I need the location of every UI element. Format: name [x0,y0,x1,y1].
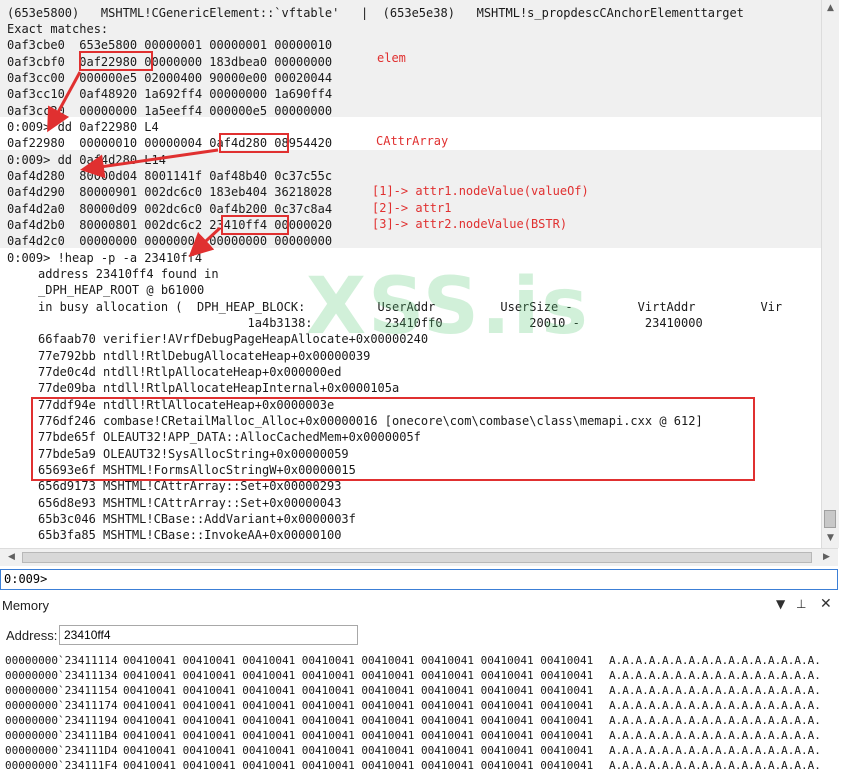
stack-frame: 66faab70 verifier!AVrfDebugPageHeapAlloc… [38,332,429,346]
memory-row: 00000000`23411134 00410041 00410041 00410… [5,669,821,682]
address-label: Address: [6,628,58,643]
memory-row: 00000000`23411174 00410041 00410041 00410… [5,699,821,712]
memory-rows: 00000000`23411114 00410041 00410041 00410… [5,653,821,773]
output-line: 0af3cbe0 653e5800 00000001 00000001 0000… [7,38,333,52]
output-line: in busy allocation ( DPH_HEAP_BLOCK: Use… [38,300,783,314]
stack-frame: 65b3fa85 MSHTML!CBase::InvokeAA+0x000001… [38,528,342,542]
output-line: address 23410ff4 found in [38,267,219,281]
pin-icon[interactable]: ⊥ [796,597,806,611]
command-line: 0:009> dd 0af22980 L4 [7,120,159,134]
scroll-right-icon[interactable]: ▶ [818,549,835,566]
output-line: _DPH_HEAP_ROOT @ b61000 [38,283,205,297]
stack-frame: 656d8e93 MSHTML!CAttrArray::Set+0x000000… [38,496,342,510]
memory-row: 00000000`234111D4 00410041 00410041 00410… [5,744,821,757]
stack-frame: 77de09ba ntdll!RtlpAllocateHeapInternal+… [38,381,400,395]
close-icon[interactable]: ✕ [820,596,832,612]
memory-row: 00000000`23411154 00410041 00410041 00410… [5,684,821,697]
memory-row: 00000000`234111B4 00410041 00410041 00410… [5,729,821,742]
dropdown-icon[interactable]: ▼ [776,597,785,611]
output-line: 0af4d290 80000901 002dc6c0 183eb404 3621… [7,185,333,199]
output-line: 0af3cc10 0af48920 1a692ff4 00000000 1a69… [7,87,333,101]
output-line: 0af4d280 80000d04 8001141f 0af48b40 0c37… [7,169,333,183]
memory-row: 00000000`23411194 00410041 00410041 00410… [5,714,821,727]
highlight-box-elem [79,51,153,71]
output-line: Exact matches: [7,22,109,36]
horizontal-scroll-thumb[interactable] [22,552,812,563]
command-input[interactable] [53,571,837,589]
highlight-box-bstr [221,215,289,235]
highlight-box-cattrarray [219,133,289,153]
scroll-left-icon[interactable]: ◀ [3,549,20,566]
vertical-scrollbar[interactable]: ▲ ▼ [821,0,839,548]
memory-panel-title: Memory [2,598,49,613]
highlight-box-alloc-stack [31,397,755,481]
scroll-up-icon[interactable]: ▲ [822,0,839,17]
output-line: (653e5800) MSHTML!CGenericElement::`vfta… [7,6,744,20]
annotation-elem: elem [377,51,406,65]
command-input-row: 0:009> [0,569,838,590]
annotation-cattrarray: CAttrArray [376,134,449,148]
output-line: 1a4b3138: 23410ff0 20010 - 23410000 [38,316,703,330]
output-line: 0af3cc00 000000e5 02000400 90000e00 0002… [7,71,333,85]
address-input[interactable] [59,625,358,645]
command-output-pane[interactable]: (653e5800) MSHTML!CGenericElement::`vfta… [0,0,821,548]
annotation-attr-notes: [1]-> attr1.nodeValue(valueOf) [2]-> att… [372,184,589,231]
stack-frame: 77e792bb ntdll!RtlDebugAllocateHeap+0x00… [38,349,371,363]
command-line: 0:009> dd 0af4d280 L14 [7,153,166,167]
horizontal-scrollbar[interactable]: ◀ ▶ [0,548,838,566]
vertical-scroll-thumb[interactable] [824,510,836,528]
memory-row: 00000000`23411114 00410041 00410041 00410… [5,654,821,667]
stack-frame: 77de0c4d ntdll!RtlpAllocateHeap+0x000000… [38,365,342,379]
memory-panel: Memory ▼ ⊥ ✕ Address: 00000000`234111140… [0,594,843,772]
output-line: 0af3cbf0 0af22980 00000000 183dbea0 0000… [7,55,333,69]
command-line: 0:009> !heap -p -a 23410ff4 [7,251,203,265]
scroll-down-icon[interactable]: ▼ [822,530,839,547]
memory-row: 00000000`234111F4 00410041 00410041 00410… [5,759,821,772]
stack-frame: 65b3c046 MSHTML!CBase::AddVariant+0x0000… [38,512,356,526]
command-prompt: 0:009> [4,572,48,586]
output-line: 0af3cc20 00000000 1a5eeff4 000000e5 0000… [7,104,333,118]
output-line: 0af4d2c0 00000000 00000000 00000000 0000… [7,234,333,248]
